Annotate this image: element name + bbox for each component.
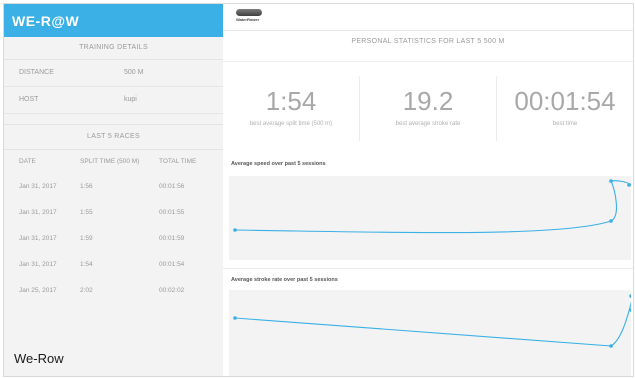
- col-header-split: SPLIT TIME (500 M): [80, 158, 140, 165]
- race-date: Jan 31, 2017: [19, 261, 57, 268]
- speed-point: [233, 228, 237, 232]
- distance-value: 500 M: [124, 69, 144, 76]
- main-content: WaterRower PERSONAL STATISTICS FOR LAST …: [223, 4, 633, 376]
- races-title: LAST 5 RACES: [4, 125, 223, 150]
- brand-logo[interactable]: WE-R@W: [12, 13, 79, 29]
- col-header-date: DATE: [19, 158, 36, 165]
- table-row[interactable]: Jan 31, 2017 1:55 00:01:55: [4, 200, 223, 226]
- section-divider: [4, 114, 223, 125]
- stats-title: PERSONAL STATISTICS FOR LAST 5 500 M: [351, 38, 505, 45]
- table-row[interactable]: Jan 31, 2017 1:56 00:01:56: [4, 174, 223, 200]
- table-row[interactable]: Jan 25, 2017 2:02 00:02:02: [4, 278, 223, 304]
- race-date: Jan 25, 2017: [19, 287, 57, 294]
- race-split: 2:02: [80, 287, 93, 294]
- figure-caption: We-Row: [14, 351, 64, 366]
- stroke-point: [629, 294, 631, 298]
- race-date: Jan 31, 2017: [19, 183, 57, 190]
- header-divider: [223, 30, 633, 31]
- race-total: 00:01:59: [159, 235, 185, 242]
- logo-icon: [236, 9, 262, 16]
- stats-divider: [223, 61, 633, 62]
- speed-point: [609, 219, 613, 223]
- stat-best-split: 1:54 best average split time (500 m): [223, 76, 360, 141]
- speed-point: [627, 183, 631, 187]
- distance-label: DISTANCE: [19, 69, 54, 76]
- col-header-total: TOTAL TIME: [159, 158, 197, 165]
- race-split: 1:56: [80, 183, 93, 190]
- stats-row: 1:54 best average split time (500 m) 19.…: [223, 76, 633, 141]
- stat-best-time: 00:01:54 best time: [497, 76, 633, 141]
- race-split: 1:55: [80, 209, 93, 216]
- stroke-chart-title: Average stroke rate over past 5 sessions: [231, 277, 338, 283]
- charts-divider: [223, 268, 633, 269]
- stat-value: 1:54: [265, 86, 317, 116]
- speed-series-line: [234, 180, 631, 234]
- stat-label: best average split time (500 m): [249, 121, 333, 127]
- waterrower-logo: WaterRower: [236, 9, 262, 25]
- app-window: WE-R@W TRAINING DETAILS DISTANCE 500 M H…: [3, 3, 634, 377]
- race-total: 00:01:55: [159, 209, 185, 216]
- stroke-chart: [229, 290, 631, 376]
- stat-label: best average stroke rate: [395, 121, 461, 127]
- speed-chart-title: Average speed over past 5 sessions: [231, 161, 326, 167]
- host-value: kupi: [124, 96, 137, 103]
- stat-label: best time: [552, 121, 578, 127]
- race-total: 00:01:56: [159, 183, 185, 190]
- races-table-header: DATE SPLIT TIME (500 M) TOTAL TIME: [4, 150, 223, 174]
- race-total: 00:02:02: [159, 287, 185, 294]
- race-total: 00:01:54: [159, 261, 185, 268]
- stat-value: 00:01:54: [514, 86, 616, 116]
- stroke-series-line: [234, 301, 631, 347]
- detail-row-host: HOST kupi: [4, 87, 223, 114]
- stat-value: 19.2: [402, 86, 454, 116]
- speed-point: [609, 179, 613, 183]
- stroke-point: [609, 344, 613, 348]
- header-bar: WE-R@W: [4, 4, 223, 37]
- table-row[interactable]: Jan 31, 2017 1:59 00:01:59: [4, 226, 223, 252]
- race-date: Jan 31, 2017: [19, 209, 57, 216]
- speed-chart: [229, 176, 631, 260]
- race-split: 1:59: [80, 235, 93, 242]
- host-label: HOST: [19, 96, 39, 103]
- detail-row-distance: DISTANCE 500 M: [4, 60, 223, 87]
- table-row[interactable]: Jan 31, 2017 1:54 00:01:54: [4, 252, 223, 278]
- logo-subtext: WaterRower: [236, 17, 260, 22]
- race-date: Jan 31, 2017: [19, 235, 57, 242]
- stat-best-stroke-rate: 19.2 best average stroke rate: [360, 76, 497, 141]
- race-split: 1:54: [80, 261, 93, 268]
- stroke-point: [233, 316, 237, 320]
- sidebar: WE-R@W TRAINING DETAILS DISTANCE 500 M H…: [4, 4, 224, 376]
- training-details-title: TRAINING DETAILS: [4, 37, 223, 60]
